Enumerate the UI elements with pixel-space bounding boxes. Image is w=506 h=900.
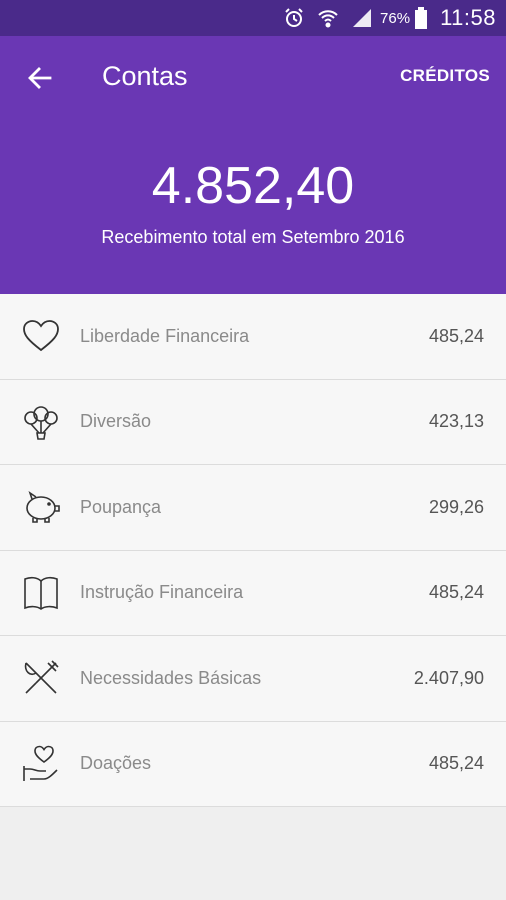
list-item[interactable]: Necessidades Básicas 2.407,90 [0, 636, 506, 722]
account-value: 423,13 [428, 411, 484, 432]
balloons-icon [22, 403, 60, 441]
account-label: Diversão [80, 411, 152, 432]
signal-icon [350, 6, 374, 30]
account-value: 299,26 [428, 496, 484, 517]
account-value: 485,24 [428, 325, 484, 346]
battery-icon [414, 6, 428, 30]
alarm-icon [282, 6, 306, 30]
account-value: 485,24 [428, 582, 484, 603]
account-label: Instrução Financeira [80, 582, 244, 603]
fork-knife-icon [22, 659, 60, 697]
clock: 11:58 [440, 5, 496, 30]
account-value: 2.407,90 [413, 667, 484, 688]
list-item[interactable]: Diversão 423,13 [0, 380, 506, 465]
wifi-icon [316, 6, 340, 30]
battery-percent: 76% [380, 9, 411, 27]
list-item[interactable]: Poupança 299,26 [0, 465, 506, 551]
list-item[interactable]: Liberdade Financeira 485,24 [0, 294, 506, 380]
account-label: Poupança [80, 496, 162, 517]
status-bar: 76% 11:58 [0, 0, 506, 36]
total-amount: 4.852,40 [151, 157, 355, 215]
account-label: Liberdade Financeira [80, 325, 250, 346]
back-button[interactable] [20, 58, 60, 98]
credits-button[interactable]: CRÉDITOS [400, 62, 490, 90]
account-label: Doações [80, 753, 152, 774]
page-title: Contas [102, 61, 188, 91]
accounts-list: Liberdade Financeira 485,24 Diversão 423… [0, 294, 506, 807]
app-header: Contas CRÉDITOS 4.852,40 Recebimento tot… [0, 36, 506, 294]
list-item[interactable]: Doações 485,24 [0, 722, 506, 807]
account-label: Necessidades Básicas [80, 667, 262, 688]
piggy-bank-icon [22, 488, 60, 526]
heart-icon [22, 317, 60, 355]
account-value: 485,24 [428, 753, 484, 774]
arrow-left-icon [28, 67, 52, 89]
total-caption: Recebimento total em Setembro 2016 [101, 227, 405, 247]
list-item[interactable]: Instrução Financeira 485,24 [0, 551, 506, 636]
heart-hand-icon [22, 745, 60, 783]
book-icon [22, 574, 60, 612]
